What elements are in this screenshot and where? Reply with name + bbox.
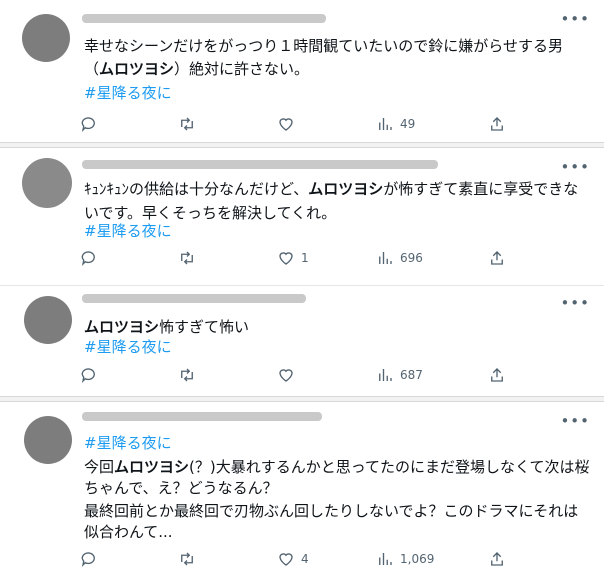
views-button[interactable]: 687	[376, 364, 423, 386]
reply-button[interactable]	[80, 548, 104, 570]
retweet-button[interactable]	[178, 113, 202, 135]
mention-name: ムロツヨシ	[99, 60, 175, 78]
tweet-text-line: 幸せなシーンだけをがっつり１時間観ていたいので鈴に嫌がらせする男	[84, 37, 563, 55]
views-icon	[379, 553, 392, 565]
like-icon	[279, 369, 293, 382]
reply-icon	[81, 552, 95, 568]
reply-icon	[81, 251, 95, 267]
avatar[interactable]	[24, 416, 72, 464]
share-icon	[491, 117, 503, 131]
more-icon[interactable]: •••	[560, 294, 590, 312]
tweet-text-line: ｷｭﾝｷｭﾝの供給は十分なんだけど、ムロツヨシが怖すぎて素直に享受できな	[84, 180, 579, 198]
share-button[interactable]	[488, 247, 506, 269]
retweet-icon	[181, 368, 193, 382]
tweet-1[interactable]: ••• 幸せなシーンだけをがっつり１時間観ていたいので鈴に嫌がらせする男 （ムロ…	[0, 0, 604, 142]
reply-button[interactable]	[80, 113, 104, 135]
more-icon[interactable]: •••	[560, 412, 590, 430]
action-bar: 687	[80, 364, 600, 386]
tweet-3[interactable]: ••• ムロツヨシ怖すぎて怖い #星降る夜に 687	[0, 286, 604, 396]
tweet-text-line: 似合わんて...	[84, 523, 173, 541]
like-button[interactable]	[277, 113, 301, 135]
avatar[interactable]	[22, 14, 70, 62]
hashtag-link[interactable]: #星降る夜に	[84, 82, 172, 105]
more-icon[interactable]: •••	[560, 158, 590, 176]
views-button[interactable]: 696	[376, 247, 423, 269]
action-bar: 49	[80, 113, 600, 135]
redacted-username	[82, 14, 326, 23]
retweet-icon	[181, 117, 193, 131]
like-icon	[279, 252, 293, 265]
redacted-username	[82, 294, 306, 303]
reply-button[interactable]	[80, 364, 104, 386]
redacted-username	[82, 160, 438, 169]
views-icon	[379, 369, 392, 381]
mention-name: ムロツヨシ	[114, 458, 190, 476]
like-button[interactable]: 1	[277, 247, 309, 269]
mention-name: ムロツヨシ	[308, 180, 384, 198]
more-icon[interactable]: •••	[560, 10, 590, 28]
retweet-button[interactable]	[178, 548, 202, 570]
tweet-text-line: 最終回前とか最終回で刃物ぶん回したりしないでよ？このドラマにそれは	[84, 502, 579, 520]
like-button[interactable]: 4	[277, 548, 309, 570]
reply-icon	[81, 117, 95, 133]
tweet-text-line: 今回ムロツヨシ(？)大暴れするんかと思ってたのにまだ登場しなくて次は桜	[84, 458, 590, 476]
share-icon	[491, 552, 503, 566]
tweet-2[interactable]: ••• ｷｭﾝｷｭﾝの供給は十分なんだけど、ムロツヨシが怖すぎて素直に享受できな…	[0, 148, 604, 282]
retweet-icon	[181, 552, 193, 566]
avatar[interactable]	[24, 296, 72, 344]
share-button[interactable]	[488, 364, 506, 386]
redacted-username	[82, 412, 322, 421]
action-bar: 4 1,069	[80, 548, 600, 570]
views-button[interactable]: 1,069	[376, 548, 434, 570]
hashtag-link[interactable]: #星降る夜に	[84, 336, 172, 359]
reply-icon	[81, 368, 95, 384]
avatar[interactable]	[22, 158, 72, 208]
retweet-button[interactable]	[178, 364, 202, 386]
tweet-4[interactable]: ••• #星降る夜に 今回ムロツヨシ(？)大暴れするんかと思ってたのにまだ登場し…	[0, 402, 604, 586]
views-button[interactable]: 49	[376, 113, 415, 135]
share-button[interactable]	[488, 548, 506, 570]
share-button[interactable]	[488, 113, 506, 135]
tweet-text-line: ちゃんで、え？どうなるん？	[84, 479, 278, 497]
reply-button[interactable]	[80, 247, 104, 269]
share-icon	[491, 368, 503, 382]
views-icon	[379, 118, 392, 130]
retweet-button[interactable]	[178, 247, 202, 269]
retweet-icon	[181, 251, 193, 265]
mention-name: ムロツヨシ	[84, 318, 160, 336]
like-button[interactable]	[277, 364, 301, 386]
hashtag-link[interactable]: #星降る夜に	[84, 432, 172, 455]
action-bar: 1 696	[80, 247, 600, 269]
like-icon	[279, 553, 293, 566]
share-icon	[491, 251, 503, 265]
tweet-text-line: （ムロツヨシ）絶対に許さない。	[84, 60, 310, 78]
like-icon	[279, 118, 293, 131]
hashtag-link[interactable]: #星降る夜に	[84, 220, 172, 243]
views-icon	[379, 252, 392, 264]
